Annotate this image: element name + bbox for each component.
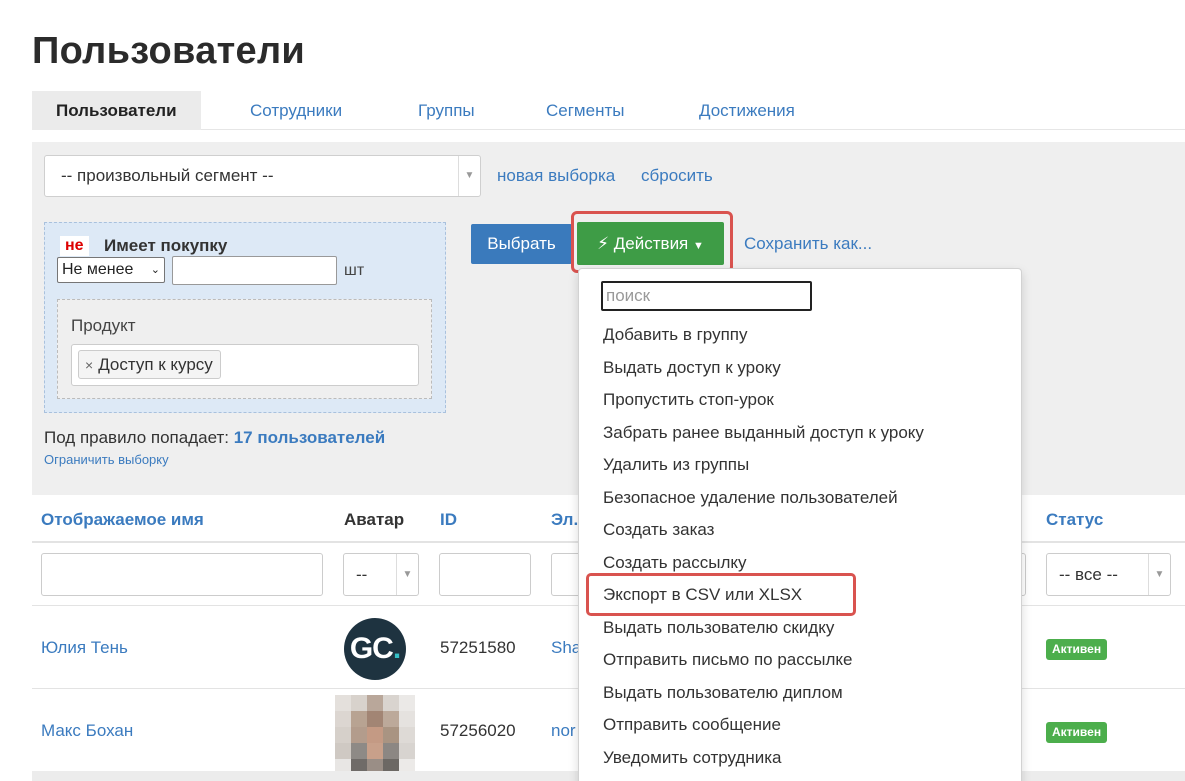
status-badge: Активен: [1046, 639, 1108, 660]
menu-item-add-to-group[interactable]: Добавить в группу: [603, 325, 747, 345]
menu-item-create-order[interactable]: Создать заказ: [603, 520, 714, 540]
name-filter-input[interactable]: [41, 553, 323, 596]
tab-achievements[interactable]: Достижения: [699, 91, 795, 130]
status-filter-value: -- все --: [1059, 565, 1118, 584]
segment-select[interactable]: -- произвольный сегмент -- ▼: [44, 155, 481, 197]
chevron-down-icon: ▼: [1148, 554, 1170, 595]
menu-item-safe-delete-users[interactable]: Безопасное удаление пользователей: [603, 488, 898, 508]
col-id[interactable]: ID: [440, 510, 457, 530]
page-title: Пользователи: [32, 30, 306, 72]
export-highlight-frame: [586, 573, 856, 616]
menu-item-create-mailing[interactable]: Создать рассылку: [603, 553, 747, 573]
chip-remove-icon[interactable]: ×: [85, 357, 93, 373]
tab-segments[interactable]: Сегменты: [546, 91, 624, 130]
chevron-down-icon: ⌄: [150, 264, 160, 276]
avatar-initials: GC: [349, 632, 394, 665]
col-avatar: Аватар: [344, 510, 405, 529]
summary-prefix: Под правило попадает:: [44, 428, 229, 447]
product-chip-label: Доступ к курсу: [98, 355, 213, 374]
choose-button[interactable]: Выбрать: [471, 224, 572, 264]
status-badge: Активен: [1046, 722, 1108, 743]
tab-groups[interactable]: Группы: [418, 91, 475, 130]
quantity-input[interactable]: [172, 256, 337, 285]
avatar-dot: .: [392, 632, 401, 665]
avatar: GC.: [344, 618, 406, 680]
tabs-bar: Пользователи Сотрудники Группы Сегменты …: [32, 91, 1185, 130]
avatar-filter-select[interactable]: -- ▼: [343, 553, 419, 596]
chevron-down-icon: ▼: [458, 156, 480, 196]
menu-item-remove-from-group[interactable]: Удалить из группы: [603, 455, 749, 475]
menu-search-input[interactable]: поиск: [601, 281, 812, 311]
chevron-down-icon: ▼: [396, 554, 418, 595]
reset-link[interactable]: сбросить: [641, 166, 713, 186]
col-display-name[interactable]: Отображаемое имя: [41, 510, 204, 530]
menu-item-notify-employee[interactable]: Уведомить сотрудника: [603, 748, 782, 768]
user-id: 57251580: [440, 638, 516, 657]
menu-item-send-mailing-letter[interactable]: Отправить письмо по рассылке: [603, 650, 852, 670]
user-id: 57256020: [440, 721, 516, 740]
user-email[interactable]: nor: [551, 721, 576, 741]
condition-select-value: Не менее: [62, 261, 134, 278]
save-as-link[interactable]: Сохранить как...: [744, 234, 872, 254]
negation-toggle[interactable]: не: [60, 236, 89, 256]
menu-item-send-message[interactable]: Отправить сообщение: [603, 715, 781, 735]
tab-employees[interactable]: Сотрудники: [250, 91, 342, 130]
segment-select-value: -- произвольный сегмент --: [61, 166, 274, 185]
menu-item-give-discount[interactable]: Выдать пользователю скидку: [603, 618, 834, 638]
col-email[interactable]: Эл.: [551, 510, 578, 530]
new-selection-link[interactable]: новая выборка: [497, 166, 615, 186]
status-filter-select[interactable]: -- все -- ▼: [1046, 553, 1171, 596]
actions-highlight-frame: [571, 211, 733, 273]
product-label: Продукт: [71, 316, 136, 335]
id-filter-input[interactable]: [439, 553, 531, 596]
menu-item-skip-stop-lesson[interactable]: Пропустить стоп-урок: [603, 390, 774, 410]
matched-users-count[interactable]: 17 пользователей: [234, 428, 385, 447]
col-status[interactable]: Статус: [1046, 510, 1103, 530]
user-email[interactable]: Sha: [551, 638, 581, 658]
user-name-link[interactable]: Макс Бохан: [41, 721, 133, 741]
user-name-link[interactable]: Юлия Тень: [41, 638, 128, 658]
rule-summary: Под правило попадает: 17 пользователей: [44, 428, 385, 448]
rule-title: Имеет покупку: [104, 236, 228, 255]
limit-selection-link[interactable]: Ограничить выборку: [44, 452, 169, 467]
menu-item-grant-lesson-access[interactable]: Выдать доступ к уроку: [603, 358, 781, 378]
tab-users[interactable]: Пользователи: [32, 91, 201, 130]
product-chip: × Доступ к курсу: [78, 350, 221, 379]
menu-item-give-diploma[interactable]: Выдать пользователю диплом: [603, 683, 843, 703]
condition-select[interactable]: Не менее ⌄: [57, 257, 165, 283]
unit-label: шт: [344, 262, 365, 279]
menu-item-revoke-lesson-access[interactable]: Забрать ранее выданный доступ к уроку: [603, 423, 924, 443]
avatar-filter-value: --: [356, 565, 368, 584]
avatar: [335, 695, 415, 775]
